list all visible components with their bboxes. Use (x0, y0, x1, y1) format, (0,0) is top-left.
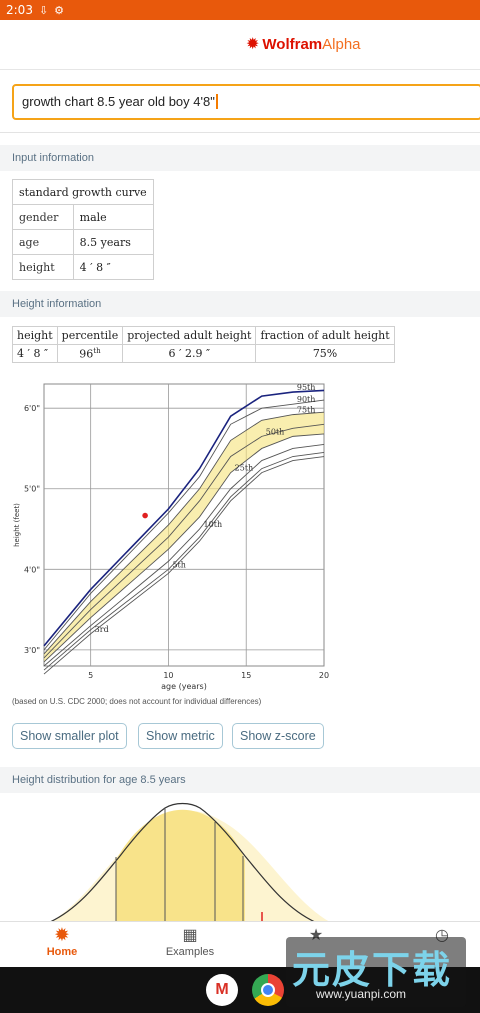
app-header: ✹ Wolfram Alpha (0, 20, 480, 70)
chrome-icon[interactable] (252, 974, 284, 1006)
curve-label: 3rd (95, 625, 109, 634)
cell-percentile: 96th (56, 344, 124, 363)
column-header: height (12, 326, 58, 345)
watermark-text: 元皮下载 (292, 948, 453, 992)
curve-label: 95th (297, 383, 316, 392)
column-header: projected adult height (122, 326, 257, 345)
x-tick-label: 15 (241, 671, 251, 680)
wolframalpha-logo[interactable]: ✹ Wolfram Alpha (246, 34, 361, 54)
text-cursor (215, 94, 218, 109)
pod-title-input-information: Input information (0, 145, 480, 171)
plot-note: (based on U.S. CDC 2000; does not accoun… (12, 697, 262, 706)
curve-label: 90th (297, 395, 316, 404)
table-header-row: height percentile projected adult height… (12, 326, 395, 345)
y-tick-label: 6'0" (24, 404, 40, 413)
watermark-url: www.yuanpi.com (316, 987, 407, 1001)
chrome-center (261, 983, 275, 997)
row-label: gender (12, 204, 74, 230)
logo-wolfram-text: Wolfram (262, 35, 323, 53)
x-tick-label: 20 (319, 671, 329, 680)
cell-fraction: 75% (255, 344, 395, 363)
pod-title-height-distribution: Height distribution for age 8.5 years (0, 767, 480, 793)
column-header: fraction of adult height (255, 326, 395, 345)
nav-examples-label: Examples (165, 946, 215, 958)
row-value: 8.5 years (72, 229, 154, 255)
search-query-text: growth chart 8.5 year old boy 4'8" (22, 94, 215, 109)
logo-alpha-text: Alpha (322, 35, 361, 53)
download-status-icon: ⇩ (38, 3, 49, 17)
y-tick-label: 4'0" (24, 565, 40, 574)
nav-examples[interactable]: ▦ Examples (140, 926, 240, 958)
height-distribution-chart (49, 802, 330, 922)
nav-home[interactable]: ✹ Home (12, 926, 112, 958)
cell-height: 4 ′ 8 ″ (12, 344, 58, 363)
curve-label: 75th (297, 406, 316, 415)
divider (0, 132, 480, 133)
x-axis-label: age (years) (161, 682, 207, 691)
status-time: 2:03 (6, 3, 33, 17)
search-input[interactable]: growth chart 8.5 year old boy 4'8" (12, 84, 480, 120)
table-row: gender male (12, 204, 154, 230)
home-icon: ✹ (55, 927, 69, 944)
show-smaller-plot-button[interactable]: Show smaller plot (12, 723, 127, 749)
y-tick-label: 3'0" (24, 646, 40, 655)
x-tick-label: 10 (163, 671, 173, 680)
current-height-point (142, 512, 148, 519)
curve-label: 25th (235, 464, 254, 473)
show-metric-button[interactable]: Show metric (138, 723, 223, 749)
nav-home-label: Home (46, 946, 78, 958)
row-value: 4 ′ 8 ″ (72, 254, 154, 280)
wolfram-star-icon: ✹ (246, 36, 260, 53)
row-label: age (12, 229, 74, 255)
percentile-suffix: th (93, 346, 101, 355)
curve-label: 5th (172, 560, 185, 569)
curve-label: 10th (204, 520, 223, 529)
percentile-value: 96 (79, 347, 94, 361)
row-value: male (72, 204, 154, 230)
show-zscore-button[interactable]: Show z-score (232, 723, 324, 749)
height-information-table: height percentile projected adult height… (12, 326, 395, 363)
x-tick-label: 5 (88, 671, 93, 680)
input-information-table: standard growth curve gender male age 8.… (12, 179, 154, 280)
y-tick-label: 5'0" (24, 485, 40, 494)
table-row: age 8.5 years (12, 229, 154, 255)
row-label: height (12, 254, 74, 280)
growth-chart[interactable]: 3rd 5th 10th 25th 50th 75th 90th 95th 5 10 15 20 3'0… (12, 380, 332, 692)
watermark: 元皮下载 www.yuanpi.com (286, 937, 466, 1007)
cell-projected-height: 6 ′ 2.9 ″ (122, 344, 257, 363)
gmail-icon[interactable]: M (206, 974, 238, 1006)
settings-status-icon: ⚙ (54, 3, 65, 17)
grid-icon: ▦ (182, 927, 198, 944)
curve-label: 50th (266, 427, 285, 436)
pod-title-height-information: Height information (0, 291, 480, 317)
status-bar: 2:03 ⇩ ⚙ (0, 0, 480, 20)
table-header: standard growth curve (12, 179, 154, 205)
y-axis-label: height (feet) (13, 503, 21, 547)
table-row: 4 ′ 8 ″ 96th 6 ′ 2.9 ″ 75% (12, 344, 395, 363)
table-row: height 4 ′ 8 ″ (12, 254, 154, 280)
column-header: percentile (56, 326, 124, 345)
